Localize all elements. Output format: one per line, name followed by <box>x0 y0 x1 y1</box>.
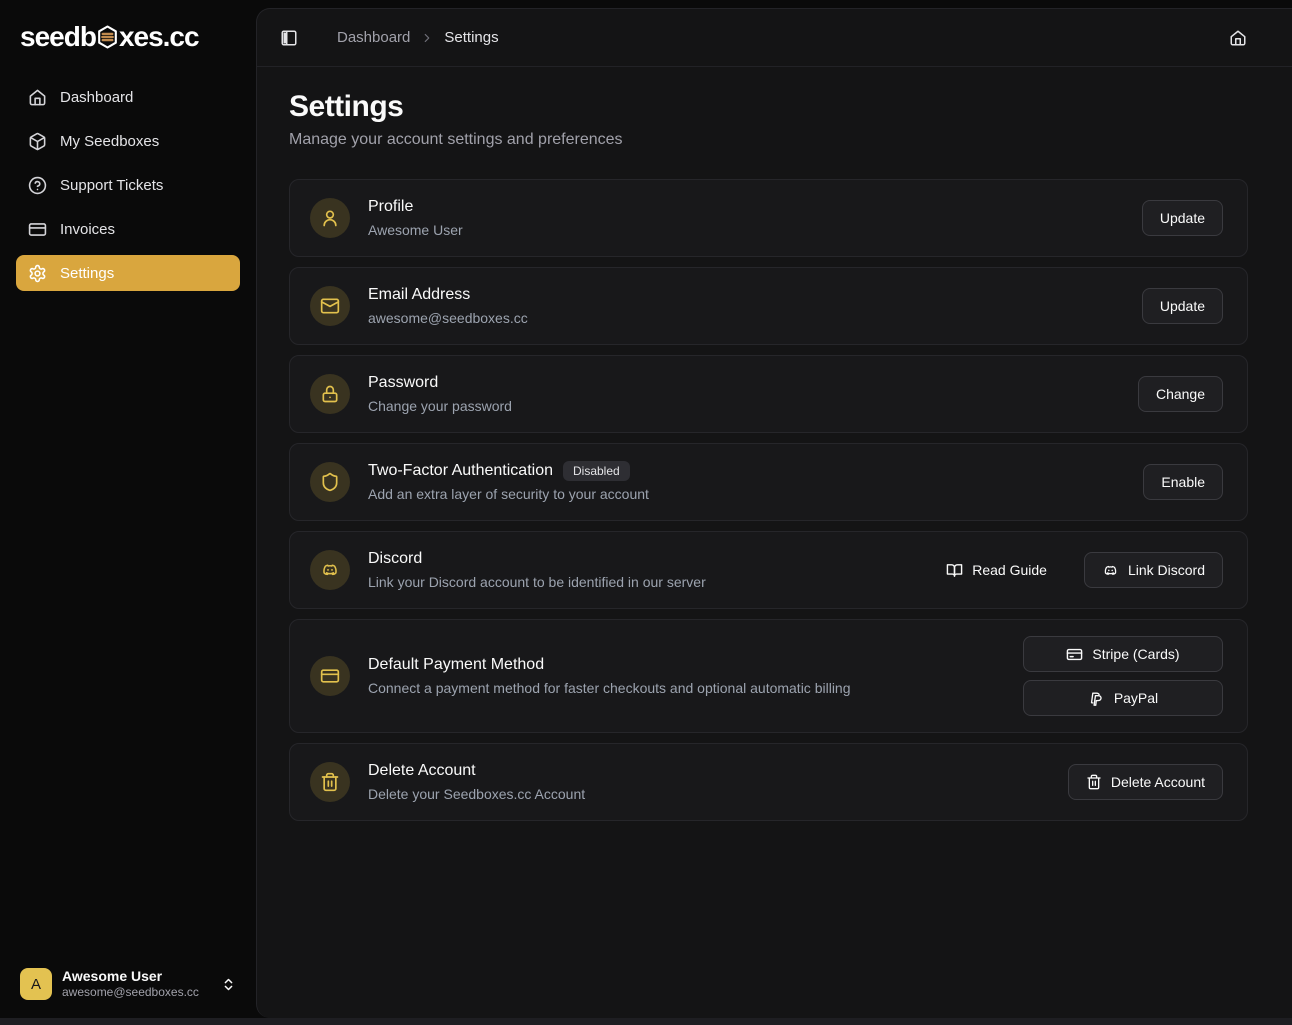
sidebar-toggle-button[interactable] <box>273 22 305 54</box>
user-icon <box>310 198 350 238</box>
logo-text-suffix: xes.cc <box>119 21 199 53</box>
discord-icon <box>1102 562 1119 579</box>
credit-card-icon <box>1066 646 1083 663</box>
card-subtitle: Link your Discord account to be identifi… <box>368 573 706 592</box>
card-title: Password <box>368 372 438 394</box>
card-discord: Discord Link your Discord account to be … <box>289 531 1248 609</box>
sidebar-item-label: My Seedboxes <box>60 133 159 150</box>
sidebar-item-invoices[interactable]: Invoices <box>16 211 240 247</box>
settings-page: Settings Manage your account settings an… <box>257 67 1292 821</box>
card-email: Email Address awesome@seedboxes.cc Updat… <box>289 267 1248 345</box>
page-subtitle: Manage your account settings and prefere… <box>289 131 1248 149</box>
sidebar-nav: Dashboard My Seedboxes Support Tickets I… <box>0 79 256 291</box>
trash-icon <box>1086 774 1102 790</box>
shield-icon <box>310 462 350 502</box>
sidebar: seedb xes.cc Dashboard My Seedboxe <box>0 0 256 1018</box>
circle-help-icon <box>28 176 47 195</box>
package-icon <box>28 132 47 151</box>
sidebar-item-support-tickets[interactable]: Support Tickets <box>16 167 240 203</box>
sidebar-item-settings[interactable]: Settings <box>16 255 240 291</box>
user-menu[interactable]: A Awesome User awesome@seedboxes.cc <box>12 962 244 1006</box>
page-title: Settings <box>289 89 1248 125</box>
stripe-cards-button[interactable]: Stripe (Cards) <box>1023 636 1223 672</box>
card-title: Discord <box>368 548 422 570</box>
sidebar-item-dashboard[interactable]: Dashboard <box>16 79 240 115</box>
main-panel: Dashboard Settings Settings Manage your … <box>256 8 1292 1018</box>
sidebar-item-label: Invoices <box>60 221 115 238</box>
card-subtitle: Add an extra layer of security to your a… <box>368 485 649 504</box>
sidebar-footer: A Awesome User awesome@seedboxes.cc <box>0 950 256 1018</box>
card-title: Email Address <box>368 284 470 306</box>
credit-card-icon <box>28 220 47 239</box>
logo-text-prefix: seedb <box>20 21 96 53</box>
gear-icon <box>28 264 47 283</box>
house-icon <box>1229 29 1247 47</box>
twofa-enable-button[interactable]: Enable <box>1143 464 1223 500</box>
sidebar-item-label: Dashboard <box>60 89 133 106</box>
delete-account-button[interactable]: Delete Account <box>1068 764 1223 800</box>
card-title: Two-Factor Authentication <box>368 460 553 482</box>
read-guide-button[interactable]: Read Guide <box>929 552 1064 588</box>
breadcrumb-dashboard[interactable]: Dashboard <box>337 29 410 46</box>
card-two-factor: Two-Factor Authentication Disabled Add a… <box>289 443 1248 521</box>
card-title: Profile <box>368 196 413 218</box>
mail-icon <box>310 286 350 326</box>
sidebar-item-label: Settings <box>60 265 114 282</box>
user-email: awesome@seedboxes.cc <box>62 985 202 1000</box>
card-subtitle: Change your password <box>368 397 512 416</box>
card-title: Default Payment Method <box>368 654 544 676</box>
house-icon <box>28 88 47 107</box>
panel-left-icon <box>280 29 298 47</box>
card-subtitle: awesome@seedboxes.cc <box>368 309 528 328</box>
card-profile: Profile Awesome User Update <box>289 179 1248 257</box>
profile-update-button[interactable]: Update <box>1142 200 1223 236</box>
credit-card-icon <box>310 656 350 696</box>
card-password: Password Change your password Change <box>289 355 1248 433</box>
sidebar-item-my-seedboxes[interactable]: My Seedboxes <box>16 123 240 159</box>
paypal-icon <box>1088 690 1105 707</box>
password-change-button[interactable]: Change <box>1138 376 1223 412</box>
topbar: Dashboard Settings <box>257 9 1292 67</box>
user-name: Awesome User <box>62 968 211 985</box>
card-subtitle: Awesome User <box>368 221 463 240</box>
chevron-right-icon <box>420 31 434 45</box>
avatar: A <box>20 968 52 1000</box>
email-update-button[interactable]: Update <box>1142 288 1223 324</box>
hexagon-honeycomb-icon <box>96 25 119 49</box>
home-button[interactable] <box>1222 22 1254 54</box>
lock-icon <box>310 374 350 414</box>
trash-icon <box>310 762 350 802</box>
card-title: Delete Account <box>368 760 476 782</box>
chevrons-up-down-icon <box>221 977 236 992</box>
status-badge: Disabled <box>563 461 630 481</box>
card-payment-method: Default Payment Method Connect a payment… <box>289 619 1248 733</box>
card-subtitle: Delete your Seedboxes.cc Account <box>368 785 585 804</box>
sidebar-item-label: Support Tickets <box>60 177 163 194</box>
brand-logo[interactable]: seedb xes.cc <box>20 21 256 53</box>
card-delete-account: Delete Account Delete your Seedboxes.cc … <box>289 743 1248 821</box>
user-info: Awesome User awesome@seedboxes.cc <box>62 968 211 1000</box>
paypal-button[interactable]: PayPal <box>1023 680 1223 716</box>
breadcrumb: Dashboard Settings <box>337 29 499 46</box>
card-subtitle: Connect a payment method for faster chec… <box>368 679 851 698</box>
book-open-icon <box>946 562 963 579</box>
discord-icon <box>310 550 350 590</box>
settings-cards: Profile Awesome User Update <box>289 179 1248 821</box>
app-window: seedb xes.cc Dashboard My Seedboxe <box>0 0 1292 1018</box>
breadcrumb-current: Settings <box>444 29 498 46</box>
link-discord-button[interactable]: Link Discord <box>1084 552 1223 588</box>
